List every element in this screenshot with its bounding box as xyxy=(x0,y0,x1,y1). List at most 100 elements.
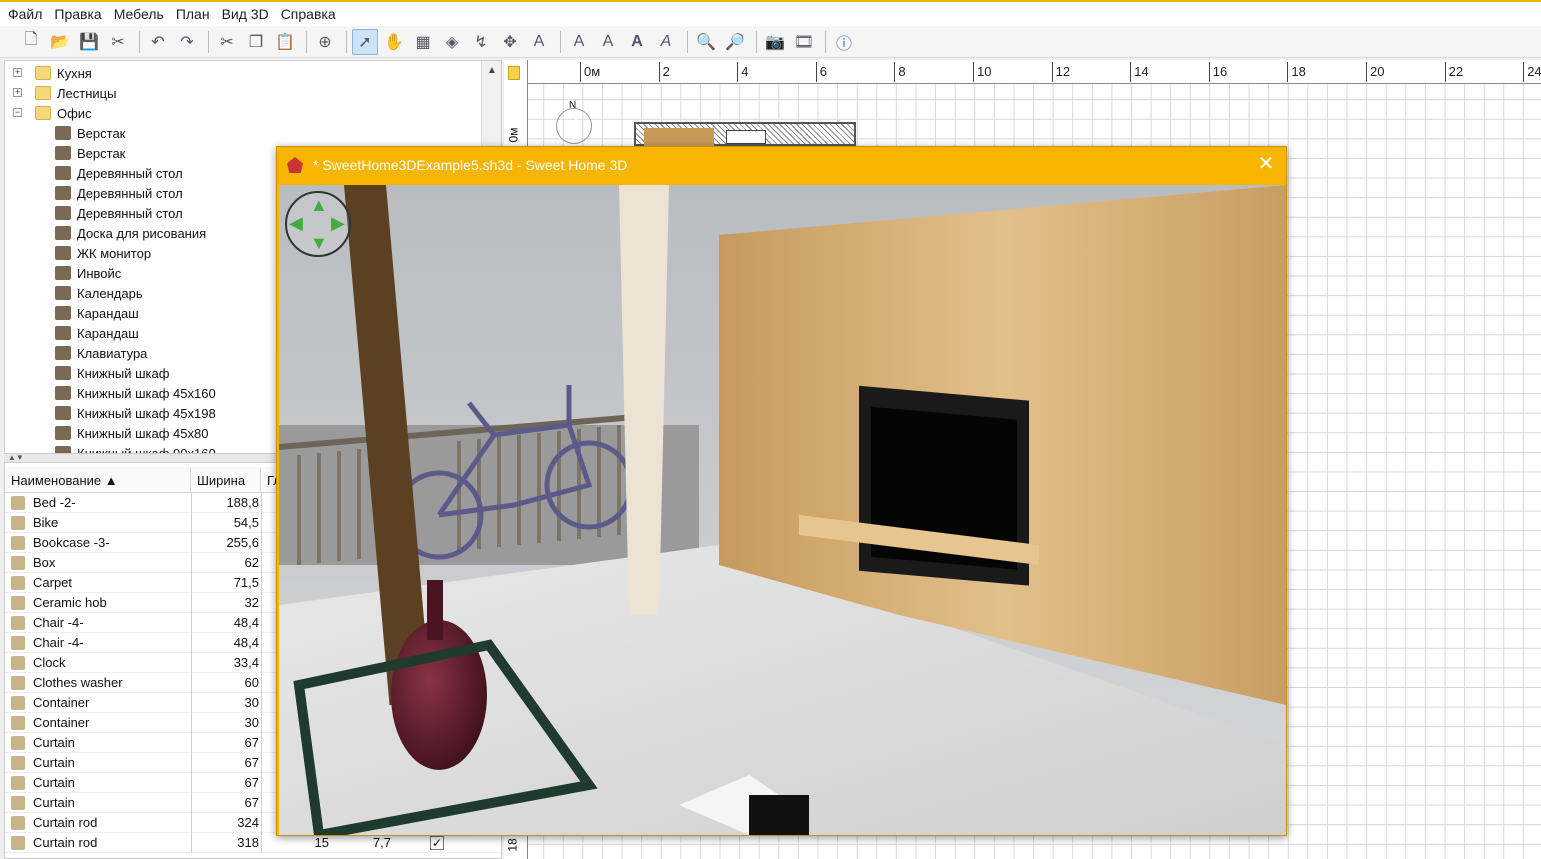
tree-item-label: Книжный шкаф 45x160 xyxy=(77,385,216,401)
arrow-left-icon[interactable]: ◀ xyxy=(289,213,303,234)
toolbar-separator xyxy=(139,30,140,53)
ruler-tick xyxy=(1366,62,1367,82)
furniture-thumbnail-icon xyxy=(55,286,71,300)
expand-icon[interactable]: + xyxy=(13,88,22,97)
tree-item[interactable]: Карандаш xyxy=(55,323,139,343)
column-divider xyxy=(261,773,262,793)
menu-plan[interactable]: План xyxy=(174,6,212,22)
menu-3d-view[interactable]: Вид 3D xyxy=(220,6,271,22)
cell-name-text: Container xyxy=(33,695,90,710)
cell-width: 67 xyxy=(244,735,259,750)
collapse-icon[interactable]: − xyxy=(13,108,22,117)
tree-item[interactable]: Доска для рисования xyxy=(55,223,206,243)
decrease-text-icon[interactable]: A xyxy=(595,29,621,55)
view-3d-window[interactable]: * SweetHome3DExample5.sh3d - Sweet Home … xyxy=(276,146,1287,836)
tree-item[interactable]: Календарь xyxy=(55,283,143,303)
tree-folder-stairs[interactable]: + Лестницы xyxy=(13,83,116,103)
cell-width: 54,5 xyxy=(233,515,259,530)
compass-rose[interactable]: N xyxy=(556,100,592,144)
menu-furniture[interactable]: Мебель xyxy=(112,6,166,22)
increase-text-icon[interactable]: A xyxy=(566,29,592,55)
tree-item[interactable]: Книжный шкаф 45x198 xyxy=(55,403,216,423)
bold-text-icon[interactable]: A xyxy=(624,29,650,55)
copy-icon[interactable]: ❐ xyxy=(243,29,269,55)
zoom-out-icon[interactable]: 🔎 xyxy=(722,29,748,55)
furniture-thumbnail-icon xyxy=(55,366,71,380)
furniture-thumbnail-icon xyxy=(11,695,25,710)
zoom-in-icon[interactable]: 🔍 xyxy=(693,29,719,55)
cell-width: 33,4 xyxy=(233,655,259,670)
ruler-label: 12 xyxy=(1055,64,1071,79)
paste-icon[interactable]: 📋 xyxy=(272,29,298,55)
tree-item[interactable]: Деревянный стол xyxy=(55,163,183,183)
help-icon[interactable]: ⓘ xyxy=(831,29,857,55)
undo-icon[interactable]: ↶ xyxy=(145,29,171,55)
plan-wall[interactable] xyxy=(634,122,856,146)
tree-item[interactable]: Верстак xyxy=(55,143,125,163)
cell-name: Curtain xyxy=(11,795,75,810)
close-icon[interactable]: ✕ xyxy=(1256,154,1276,174)
tree-item[interactable]: Деревянный стол xyxy=(55,203,183,223)
tree-folder-kitchen[interactable]: + Кухня xyxy=(13,63,92,83)
ruler-label: 16 xyxy=(1212,64,1228,79)
save-file-icon[interactable]: 💾 xyxy=(76,29,102,55)
create-dimensions-icon[interactable]: ✥ xyxy=(497,29,523,55)
furniture-thumbnail-icon xyxy=(55,326,71,340)
column-header-width[interactable]: Ширина xyxy=(191,467,261,493)
create-video-icon[interactable]: 🎞 xyxy=(791,29,817,55)
view-3d-viewport[interactable]: ▲ ▼ ◀ ▶ xyxy=(279,185,1286,835)
cell-name: Curtain xyxy=(11,735,75,750)
tree-item[interactable]: Книжный шкаф 45x80 xyxy=(55,423,208,443)
arrow-right-icon[interactable]: ▶ xyxy=(331,213,345,234)
tree-item[interactable]: Книжный шкаф xyxy=(55,363,169,383)
pan-icon[interactable]: ✋ xyxy=(381,29,407,55)
create-polylines-icon[interactable]: ↯ xyxy=(468,29,494,55)
plan-furniture-piece[interactable] xyxy=(726,130,766,144)
new-file-icon[interactable]: 🗋 xyxy=(18,29,44,55)
tree-item[interactable]: Книжный шкаф 90x160 xyxy=(55,443,216,453)
furniture-thumbnail-icon xyxy=(11,535,25,550)
navigation-arrows-control[interactable]: ▲ ▼ ◀ ▶ xyxy=(285,191,351,257)
italic-text-icon[interactable]: A xyxy=(653,29,679,55)
cell-name: Carpet xyxy=(11,575,72,590)
tree-item[interactable]: ЖК монитор xyxy=(55,243,151,263)
cell-name: Container xyxy=(11,695,89,710)
add-furniture-icon[interactable]: ⊕ xyxy=(312,29,338,55)
column-header-name[interactable]: Наименование ▲ xyxy=(5,467,191,493)
create-walls-icon[interactable]: ▦ xyxy=(410,29,436,55)
cell-name-text: Carpet xyxy=(33,575,73,590)
tree-item[interactable]: Инвойс xyxy=(55,263,121,283)
cell-name-text: Curtain rod xyxy=(33,815,98,830)
table-row[interactable]: Curtain rod 318 15 7,7 ✓ xyxy=(5,833,501,853)
arrow-up-icon[interactable]: ▲ xyxy=(310,195,328,216)
create-rooms-icon[interactable]: ◈ xyxy=(439,29,465,55)
tree-item[interactable]: Верстак xyxy=(55,123,125,143)
plan-furniture-piece[interactable] xyxy=(644,128,714,146)
tree-item[interactable]: Карандаш xyxy=(55,303,139,323)
add-text-icon[interactable]: A xyxy=(526,29,552,55)
tree-item[interactable]: Книжный шкаф 45x160 xyxy=(55,383,216,403)
tree-item[interactable]: Деревянный стол xyxy=(55,183,183,203)
tree-item[interactable]: Клавиатура xyxy=(55,343,147,363)
select-icon[interactable]: ➚ xyxy=(352,28,378,55)
menu-help[interactable]: Справка xyxy=(279,6,338,22)
view-3d-titlebar[interactable]: * SweetHome3DExample5.sh3d - Sweet Home … xyxy=(277,147,1288,183)
scroll-up-icon[interactable]: ▲ xyxy=(487,65,497,76)
furniture-thumbnail-icon xyxy=(55,386,71,400)
expand-icon[interactable]: + xyxy=(13,68,22,77)
arrow-down-icon[interactable]: ▼ xyxy=(310,233,328,254)
menu-edit[interactable]: Правка xyxy=(52,6,103,22)
cut-icon[interactable]: ✂ xyxy=(214,29,240,55)
tree-folder-office[interactable]: − Офис xyxy=(13,103,92,123)
redo-icon[interactable]: ↷ xyxy=(174,29,200,55)
tree-item-label: Инвойс xyxy=(77,265,122,281)
menu-file[interactable]: Файл xyxy=(6,6,44,22)
toolbar-separator xyxy=(825,30,826,53)
app-logo-icon xyxy=(287,157,303,173)
visible-checkbox[interactable]: ✓ xyxy=(430,836,444,850)
create-photo-icon[interactable]: 📷 xyxy=(762,29,788,55)
cut-scissors-icon[interactable]: ✂ xyxy=(105,29,131,55)
toolbar-separator xyxy=(560,30,561,53)
open-file-icon[interactable]: 📂 xyxy=(47,29,73,55)
furniture-thumbnail-icon xyxy=(55,126,71,140)
